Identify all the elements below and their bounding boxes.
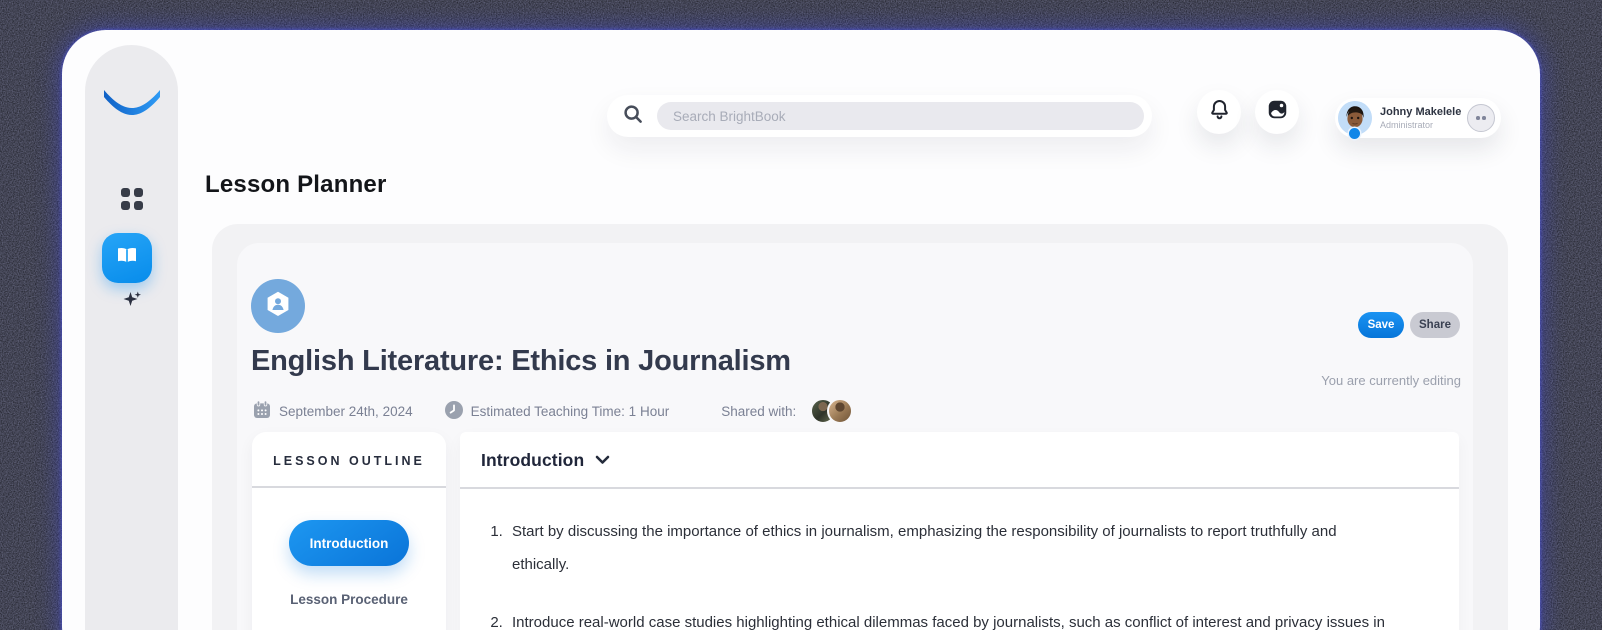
lesson-steps-list: Start by discussing the importance of et… [487, 515, 1392, 630]
outline-item-introduction[interactable]: Introduction [289, 520, 409, 566]
lesson-date-text: September 24th, 2024 [279, 403, 413, 419]
section-title: Introduction [481, 450, 585, 470]
lesson-teaching-time: Estimated Teaching Time: 1 Hour [444, 400, 670, 422]
search-bar [607, 95, 1152, 137]
hexagon-user-icon [264, 290, 292, 323]
two-dots-icon [1476, 116, 1480, 120]
lesson-step: Start by discussing the importance of et… [507, 515, 1392, 581]
section-header[interactable]: Introduction [460, 432, 1459, 471]
app-window: Johny Makelele Administrator Lesson Plan… [62, 30, 1540, 630]
sidebar-item-lessons-active[interactable] [102, 233, 152, 283]
editing-status: You are currently editing [1321, 373, 1461, 388]
lesson-title: English Literature: Ethics in Journalism [251, 345, 791, 377]
user-role: Administrator [1380, 120, 1434, 130]
gallery-icon [1267, 99, 1288, 125]
shared-with-label: Shared with: [721, 403, 797, 419]
lesson-step: Introduce real-world case studies highli… [507, 606, 1392, 630]
lesson-badge [251, 279, 305, 333]
gallery-button[interactable] [1255, 90, 1299, 134]
search-icon [623, 104, 643, 129]
shared-avatars [810, 398, 854, 424]
shared-with: Shared with: [721, 398, 854, 424]
planner-outer-card: Save Share English Literature: Ethics in… [212, 224, 1508, 630]
user-profile-chip[interactable]: Johny Makelele Administrator [1335, 98, 1501, 139]
lesson-date: September 24th, 2024 [253, 400, 413, 422]
grid-dashboard-icon [120, 188, 130, 197]
search-input[interactable] [657, 102, 1144, 130]
ai-sparkles-icon [122, 291, 142, 312]
bell-icon [1210, 99, 1229, 125]
profile-more-button[interactable] [1467, 104, 1495, 132]
sidebar-item-ai-assist[interactable] [122, 291, 142, 313]
notifications-button[interactable] [1197, 90, 1241, 134]
chevron-down-icon [595, 452, 610, 470]
lesson-meta-row: September 24th, 2024 Estimated Teaching … [253, 398, 854, 424]
share-button[interactable]: Share [1410, 312, 1460, 338]
save-button[interactable]: Save [1358, 312, 1404, 338]
shared-avatar-2 [827, 398, 854, 424]
online-badge [1349, 128, 1360, 139]
brightbook-logo-icon [103, 87, 161, 120]
calendar-icon [253, 400, 271, 422]
user-name: Johny Makelele [1380, 106, 1462, 118]
lesson-outline-panel: LESSON OUTLINE Introduction Lesson Proce… [252, 432, 446, 630]
user-meta: Johny Makelele Administrator [1380, 106, 1467, 130]
teaching-time-text: Estimated Teaching Time: 1 Hour [470, 403, 670, 419]
section-divider [460, 487, 1459, 489]
sidebar [85, 45, 178, 630]
planner-inner-card: Save Share English Literature: Ethics in… [237, 243, 1473, 630]
section-panel: Introduction Start by discussing the imp… [460, 432, 1459, 630]
sidebar-item-dashboard[interactable] [120, 188, 143, 210]
user-avatar [1338, 101, 1372, 139]
page-title: Lesson Planner [205, 171, 387, 198]
outline-divider [252, 486, 446, 488]
open-book-icon [116, 247, 138, 269]
clock-icon [444, 400, 463, 422]
screenshot-stage: Johny Makelele Administrator Lesson Plan… [0, 0, 1602, 630]
outline-item-lesson-procedure[interactable]: Lesson Procedure [252, 592, 446, 607]
lesson-outline-header: LESSON OUTLINE [273, 454, 425, 468]
